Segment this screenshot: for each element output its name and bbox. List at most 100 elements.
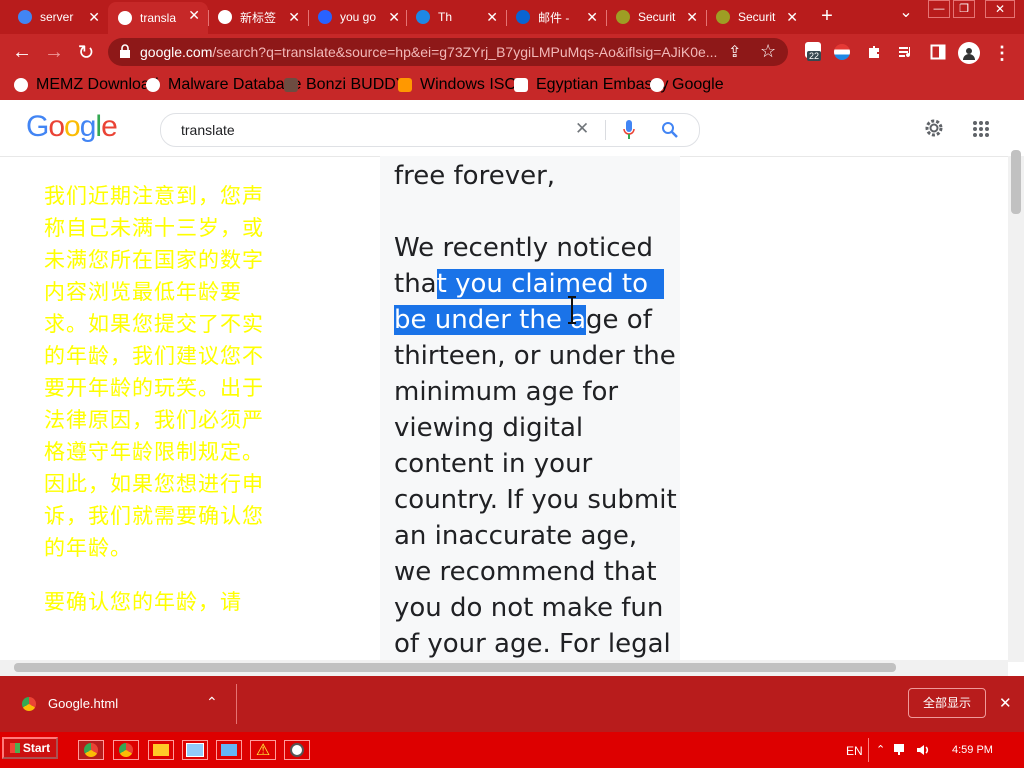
text-line: that you claimed to (394, 266, 684, 302)
tab-title: you go (340, 10, 377, 24)
text-line: free forever, (394, 161, 556, 191)
language-indicator[interactable]: EN (846, 744, 863, 758)
close-window-button[interactable]: ✕ (985, 0, 1015, 18)
mic-icon[interactable] (623, 120, 635, 140)
selected-text[interactable]: t you claimed to (436, 269, 664, 299)
profile-flag-icon[interactable] (834, 44, 850, 60)
reload-button[interactable]: ↻ (74, 40, 98, 64)
tab-search-icon[interactable]: ⌄ (896, 2, 916, 26)
bookmark-item[interactable]: Malware Database (146, 70, 301, 100)
bookmark-favicon-icon (398, 78, 412, 92)
search-divider (605, 120, 606, 140)
bookmark-item[interactable]: Egyptian Embassy (514, 70, 669, 100)
tab-3[interactable]: you go ✕ (308, 4, 408, 30)
clock[interactable]: 4:59 PM (952, 744, 993, 756)
media-control-icon[interactable] (896, 42, 916, 62)
tab-favicon-icon (118, 11, 132, 25)
bookmark-item[interactable]: Bonzi BUDDY! (284, 70, 411, 100)
url-text[interactable]: google.com/search?q=translate&source=hp&… (140, 44, 720, 60)
vertical-scroll-thumb[interactable] (1011, 150, 1021, 214)
horizontal-scroll-thumb[interactable] (14, 663, 896, 672)
tab-close-icon[interactable]: ✕ (188, 7, 200, 24)
google-logo[interactable]: Google (26, 110, 118, 144)
download-options-chevron-icon[interactable]: ⌃ (206, 694, 218, 711)
warning-taskbar-icon[interactable]: ⚠ (250, 740, 276, 760)
google-apps-icon[interactable] (972, 120, 990, 138)
window-taskbar-icon[interactable] (216, 740, 242, 760)
english-source-text[interactable]: free forever, We recently noticed that y… (394, 156, 684, 662)
tab-close-icon[interactable]: ✕ (88, 9, 100, 26)
tab-close-icon[interactable]: ✕ (388, 9, 400, 26)
search-input[interactable]: translate (181, 122, 235, 138)
bookmark-favicon-icon (514, 78, 528, 92)
tab-5[interactable]: 邮件 - ✕ (506, 4, 606, 30)
profile-avatar-icon[interactable] (958, 42, 980, 64)
selected-text[interactable]: be under the a (394, 305, 587, 335)
tab-title: 新标签 (240, 10, 277, 25)
tab-close-icon[interactable]: ✕ (288, 9, 300, 26)
bookmark-star-icon[interactable]: ☆ (760, 41, 776, 62)
text-line: country. If you submit (394, 485, 677, 515)
clear-search-icon[interactable]: ✕ (575, 119, 589, 139)
tab-1[interactable]: transla ✕ (108, 2, 208, 34)
text-line: be under the age of (394, 302, 684, 338)
lock-icon[interactable] (118, 44, 132, 58)
app-taskbar-icon[interactable] (284, 740, 310, 760)
bookmark-item[interactable]: Google (650, 70, 724, 100)
tab-7[interactable]: Securit ✕ (706, 4, 806, 30)
download-item[interactable]: Google.html (48, 696, 118, 711)
extension-badge: 22 (807, 51, 822, 61)
search-box[interactable]: translate ✕ (160, 113, 700, 147)
tab-favicon-icon (416, 10, 430, 24)
search-submit-icon[interactable] (661, 121, 679, 139)
monitor-taskbar-icon[interactable] (182, 740, 208, 760)
tab-close-icon[interactable]: ✕ (586, 9, 598, 26)
tab-title: Securit (638, 10, 676, 24)
extensions-puzzle-icon[interactable] (864, 42, 884, 62)
menu-kebab-icon[interactable]: ⋮ (993, 42, 1011, 64)
tab-0[interactable]: server ✕ (8, 4, 108, 30)
tab-title: server (40, 10, 74, 24)
tab-close-icon[interactable]: ✕ (486, 9, 498, 26)
tab-title: Th (438, 10, 453, 24)
close-download-shelf-button[interactable]: ✕ (999, 694, 1012, 712)
page-viewport: Google translate ✕ 我们近期注意到，您声称自己未满十三岁，或 … (0, 100, 1024, 676)
bookmark-item[interactable]: Windows ISOs (398, 70, 525, 100)
show-all-button[interactable]: 全部显示 (908, 688, 986, 718)
volume-tray-icon[interactable] (916, 743, 932, 757)
share-icon[interactable]: ⇪ (728, 42, 741, 62)
text-cursor-icon (568, 296, 576, 324)
forward-button[interactable]: → (42, 40, 66, 64)
tab-2[interactable]: 新标签 ✕ (208, 4, 308, 30)
back-button[interactable]: ← (10, 40, 34, 64)
network-tray-icon[interactable] (893, 743, 909, 757)
bookmark-label: Malware Database (168, 76, 302, 93)
restore-button[interactable]: ❐ (953, 0, 975, 18)
tray-divider (868, 738, 869, 762)
tab-close-icon[interactable]: ✕ (786, 9, 798, 26)
bookmark-label: Google (672, 76, 724, 93)
tab-6[interactable]: Securit ✕ (606, 4, 706, 30)
vertical-scrollbar[interactable] (1008, 156, 1024, 662)
settings-gear-icon[interactable] (923, 117, 945, 139)
start-button[interactable]: Start (2, 737, 58, 759)
bookmark-label: Windows ISOs (420, 76, 525, 93)
minimize-button[interactable]: — (928, 0, 950, 18)
address-bar[interactable]: google.com/search?q=translate&source=hp&… (108, 38, 788, 66)
text-line: you do not make fun (394, 593, 664, 623)
chrome-alt-taskbar-icon[interactable] (113, 740, 139, 760)
new-tab-button[interactable]: + (817, 6, 837, 26)
extension-icon[interactable]: 22 (805, 42, 823, 62)
bookmark-favicon-icon (284, 78, 298, 92)
tray-up-arrow-icon[interactable]: ⌃ (876, 743, 885, 756)
side-panel-icon[interactable] (928, 42, 948, 62)
url-path: /search?q=translate&source=hp&ei=g73ZYrj… (212, 44, 718, 60)
folder-taskbar-icon[interactable] (148, 740, 174, 760)
logo-letter: e (101, 110, 118, 143)
tab-close-icon[interactable]: ✕ (686, 9, 698, 26)
tab-separator (308, 10, 309, 26)
tab-title: 邮件 - (538, 10, 570, 25)
bookmark-item[interactable]: MEMZ Download (14, 70, 159, 100)
tab-4[interactable]: Th ✕ (406, 4, 506, 30)
chrome-taskbar-icon[interactable] (78, 740, 104, 760)
